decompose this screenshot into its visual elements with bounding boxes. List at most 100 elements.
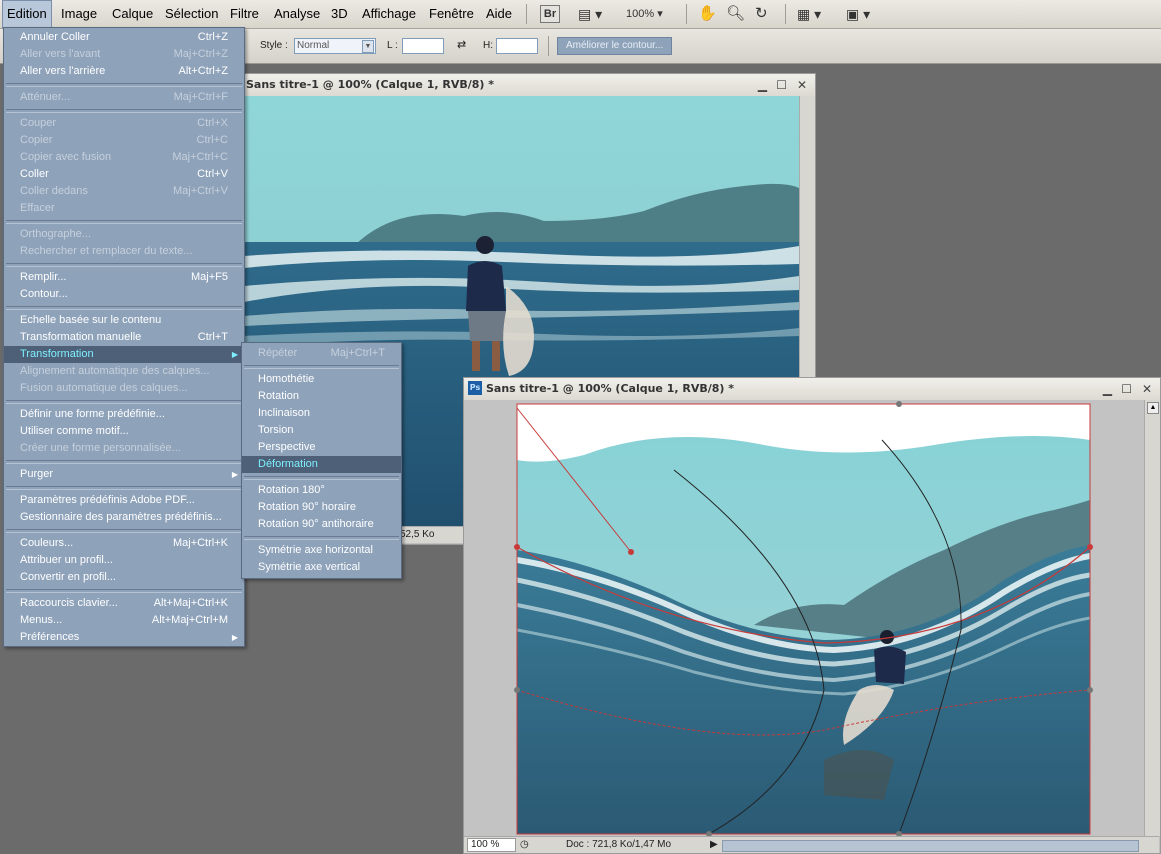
menu-item-preferences[interactable]: Préférences ▶ — [4, 629, 244, 646]
close-icon[interactable]: ✕ — [1142, 378, 1152, 400]
submenu-arrow-icon: ▶ — [231, 633, 238, 642]
menu-item-transformation-manuelle[interactable]: Transformation manuelle Ctrl+T — [4, 329, 244, 346]
arrange-documents-icon[interactable]: ▦ ▾ — [797, 4, 821, 24]
menu-item-contour[interactable]: Contour... — [4, 286, 244, 303]
menu-item-echelle-basee-sur-le-contenu[interactable]: Echelle basée sur le contenu — [4, 312, 244, 329]
menu-item-aller-vers-l-arriere[interactable]: Aller vers l'arrière Alt+Ctrl+Z — [4, 63, 244, 80]
menu-item-label: Alignement automatique des calques... — [20, 365, 210, 377]
menu-item-couleurs[interactable]: Couleurs... Maj+Ctrl+K — [4, 535, 244, 552]
menu-item-rotation-90-horaire[interactable]: Rotation 90° horaire — [242, 499, 401, 516]
menu-item-convertir-en-profil[interactable]: Convertir en profil... — [4, 569, 244, 586]
menu-item-symetrie-axe-horizontal[interactable]: Symétrie axe horizontal — [242, 542, 401, 559]
menu-item-shortcut: Maj+Ctrl+T — [330, 347, 385, 359]
bridge-button[interactable]: Br — [540, 5, 560, 23]
menu-item-torsion[interactable]: Torsion — [242, 422, 401, 439]
menu-calque[interactable]: Calque — [112, 0, 153, 28]
menu-item-label: Définir une forme prédéfinie... — [20, 408, 165, 420]
menu-item-rotation[interactable]: Rotation — [242, 388, 401, 405]
menu-image[interactable]: Image — [61, 0, 97, 28]
menu-item-inclinaison[interactable]: Inclinaison — [242, 405, 401, 422]
minimize-icon[interactable]: ▁ — [1103, 378, 1112, 400]
menu-item-transformation[interactable]: Transformation ▶ — [4, 346, 244, 363]
menu-item-coller[interactable]: Coller Ctrl+V — [4, 166, 244, 183]
width-input[interactable] — [402, 38, 444, 54]
menu-item-remplir[interactable]: Remplir... Maj+F5 — [4, 269, 244, 286]
zoom-dropdown[interactable]: 100% ▾ — [626, 4, 663, 24]
menu-item-label: Contour... — [20, 288, 68, 300]
menu-item-menus[interactable]: Menus... Alt+Maj+Ctrl+M — [4, 612, 244, 629]
menu-item-annuler-coller[interactable]: Annuler Coller Ctrl+Z — [4, 29, 244, 46]
menu-aide[interactable]: Aide — [486, 0, 512, 28]
menu-item-label: Annuler Coller — [20, 31, 90, 43]
menu-item-effacer: Effacer — [4, 200, 244, 217]
document-title: Sans titre-1 @ 100% (Calque 1, RVB/8) * — [246, 78, 495, 91]
menu-separator — [6, 460, 242, 464]
maximize-icon[interactable]: ☐ — [776, 74, 787, 96]
swap-icon[interactable]: ⇄ — [457, 38, 466, 51]
menu-item-raccourcis-clavier[interactable]: Raccourcis clavier... Alt+Maj+Ctrl+K — [4, 595, 244, 612]
screen-mode-dropdown-icon[interactable]: ▣ ▾ — [846, 4, 870, 24]
height-input[interactable] — [496, 38, 538, 54]
close-icon[interactable]: ✕ — [797, 74, 807, 96]
menu-item-parametres-predefinis-adobe-pdf[interactable]: Paramètres prédéfinis Adobe PDF... — [4, 492, 244, 509]
menu-item-homothetie[interactable]: Homothétie — [242, 371, 401, 388]
menu-separator — [244, 536, 399, 540]
menu-item-label: Rotation — [258, 390, 299, 402]
menu-item-deformation[interactable]: Déformation — [242, 456, 401, 473]
menu-3d[interactable]: 3D — [331, 0, 348, 28]
menu-affichage[interactable]: Affichage — [362, 0, 416, 28]
zoom-field[interactable]: 100 % — [467, 838, 516, 852]
menu-item-label: Copier — [20, 134, 53, 146]
menu-item-utiliser-comme-motif[interactable]: Utiliser comme motif... — [4, 423, 244, 440]
screen-mode-icon[interactable]: ▤ ▾ — [578, 4, 602, 24]
menu-item-label: Echelle basée sur le contenu — [20, 314, 162, 326]
menu-item-attribuer-un-profil[interactable]: Attribuer un profil... — [4, 552, 244, 569]
menu-item-label: Fusion automatique des calques... — [20, 382, 188, 394]
menu-analyse[interactable]: Analyse — [274, 0, 320, 28]
menu-item-label: Paramètres prédéfinis Adobe PDF... — [20, 494, 195, 506]
menu-item-label: Transformation — [20, 348, 94, 360]
menu-item-label: Rotation 90° horaire — [258, 501, 356, 513]
menu-item-perspective[interactable]: Perspective — [242, 439, 401, 456]
menu-item-definir-une-forme-predefinie[interactable]: Définir une forme prédéfinie... — [4, 406, 244, 423]
menu-item-gestionnaire-des-parametres-predefinis[interactable]: Gestionnaire des paramètres prédéfinis..… — [4, 509, 244, 526]
style-select[interactable]: Normal ▼ — [294, 38, 376, 54]
maximize-icon[interactable]: ☐ — [1121, 378, 1132, 400]
zoom-tool-icon[interactable]: 🔍︎ — [726, 4, 745, 24]
menu-item-symetrie-axe-vertical[interactable]: Symétrie axe vertical — [242, 559, 401, 576]
status-menu-arrow-icon[interactable]: ▶ — [710, 837, 718, 853]
menu-item-label: Purger — [20, 468, 54, 480]
scroll-up-icon[interactable]: ▲ — [1147, 402, 1159, 414]
menu-item-label: Rotation 90° antihoraire — [258, 518, 374, 530]
menu-item-rotation-180[interactable]: Rotation 180° — [242, 482, 401, 499]
menu-separator — [6, 109, 242, 113]
warp-canvas[interactable] — [464, 400, 1144, 836]
hand-tool-icon[interactable]: ✋ — [698, 4, 717, 24]
menu-item-rotation-90-antihoraire[interactable]: Rotation 90° antihoraire — [242, 516, 401, 533]
menu-item-label: Convertir en profil... — [20, 571, 116, 583]
vertical-scrollbar[interactable]: ▲ — [1144, 400, 1160, 836]
menu-item-label: Répéter — [258, 347, 298, 359]
menu-filtre[interactable]: Filtre — [230, 0, 259, 28]
menu-item-purger[interactable]: Purger ▶ — [4, 466, 244, 483]
menu-fenetre[interactable]: Fenêtre — [429, 0, 474, 28]
menu-item-shortcut: Maj+Ctrl+F — [173, 91, 228, 103]
menu-item-shortcut: Ctrl+C — [196, 134, 228, 146]
document-window-front: Ps Sans titre-1 @ 100% (Calque 1, RVB/8)… — [463, 377, 1161, 854]
menu-separator — [244, 365, 399, 369]
minimize-icon[interactable]: ▁ — [758, 74, 767, 96]
menu-separator — [6, 83, 242, 87]
rotate-view-icon[interactable]: ↻ — [755, 4, 768, 24]
horizontal-scrollbar[interactable] — [722, 840, 1139, 852]
menu-item-label: Coller dedans — [20, 185, 88, 197]
menu-item-shortcut: Alt+Maj+Ctrl+M — [151, 614, 228, 626]
doc-size: Doc : 721,8 Ko/1,47 Mo — [566, 839, 672, 850]
menu-selection[interactable]: Sélection — [165, 0, 218, 28]
menu-item-label: Couper — [20, 117, 57, 129]
menu-item-shortcut: Ctrl+X — [197, 117, 228, 129]
document-title-bar: Sans titre-1 @ 100% (Calque 1, RVB/8) * … — [244, 74, 815, 96]
timer-icon: ◷ — [520, 839, 529, 850]
menu-separator — [6, 220, 242, 224]
refine-edge-button[interactable]: Améliorer le contour... — [557, 37, 673, 55]
menu-edition[interactable]: Edition — [2, 0, 52, 30]
